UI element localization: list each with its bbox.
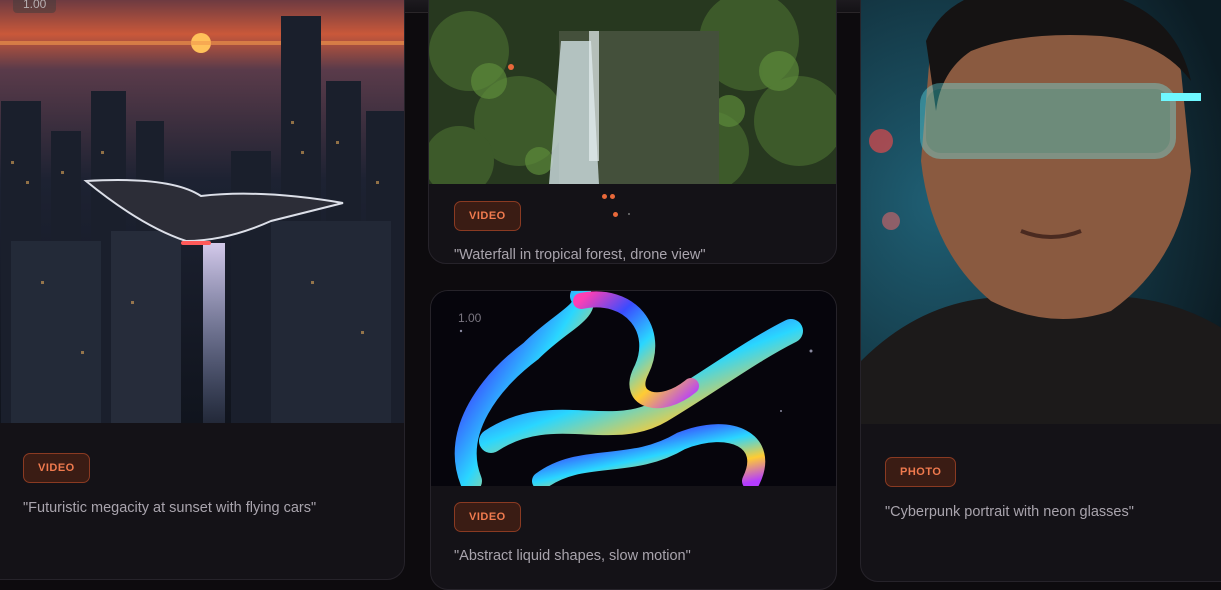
type-badge: VIDEO <box>454 502 521 532</box>
gallery-card-portrait[interactable]: PHOTO "Cyberpunk portrait with neon glas… <box>860 0 1221 582</box>
gallery-card-liquid[interactable]: 1.00 VIDEO "Abstract liquid shapes, slow… <box>430 290 837 590</box>
liquid-shapes-image: 1.00 <box>431 291 836 486</box>
gallery-card-megacity[interactable]: 1.00 VIDEO "Futuristic megacity at sunse… <box>0 0 405 580</box>
card-caption: "Cyberpunk portrait with neon glasses" <box>885 504 1134 520</box>
playback-speed: 1.00 <box>458 311 482 325</box>
loading-dots <box>600 192 640 222</box>
gallery-card-waterfall[interactable]: VIDEO "Waterfall in tropical forest, dro… <box>428 0 837 264</box>
type-badge: VIDEO <box>454 201 521 231</box>
card-caption: "Waterfall in tropical forest, drone vie… <box>454 247 706 263</box>
card-caption: "Futuristic megacity at sunset with flyi… <box>23 500 317 516</box>
portrait-image <box>861 0 1221 424</box>
waterfall-image <box>429 0 836 184</box>
type-badge: PHOTO <box>885 457 957 487</box>
type-badge: VIDEO <box>23 453 90 483</box>
playback-speed: 1.00 <box>13 0 57 13</box>
megacity-image: 1.00 <box>0 0 404 423</box>
